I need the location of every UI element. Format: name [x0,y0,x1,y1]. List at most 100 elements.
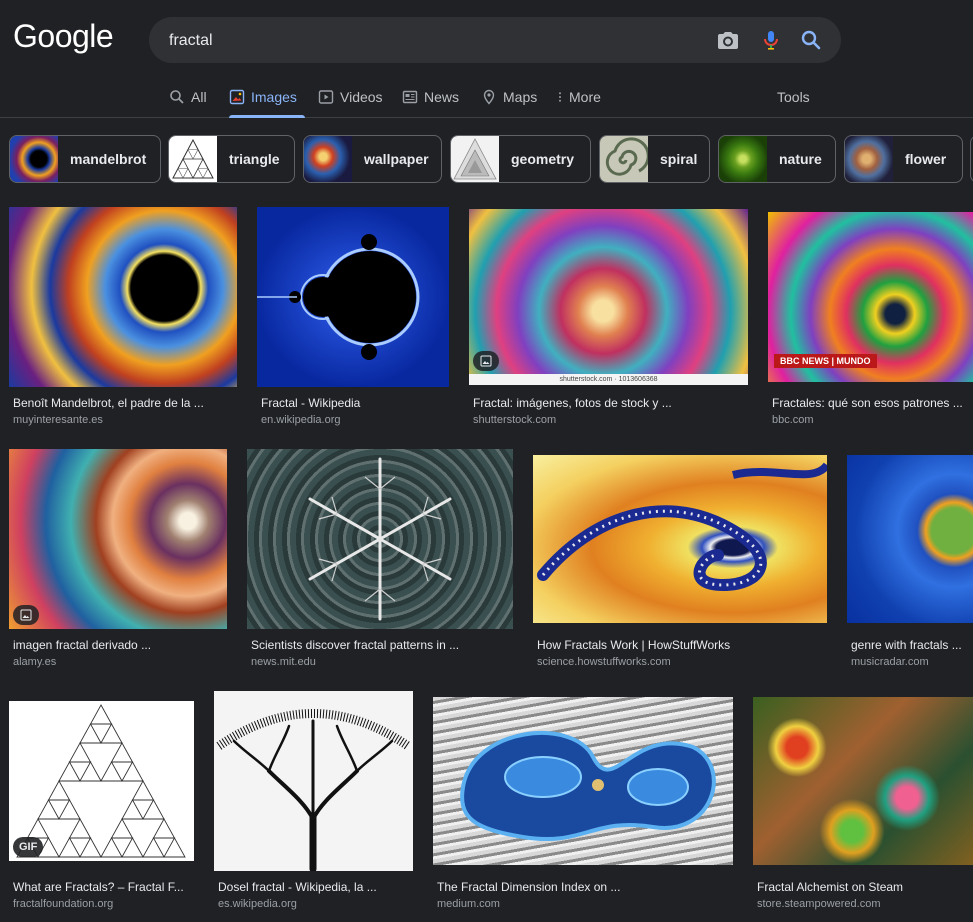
result-title: imagen fractal derivado ... [13,638,152,652]
result-source: news.mit.edu [251,656,316,668]
chip-wallpaper[interactable]: wallpaper [303,135,442,183]
result-thumbnail [753,697,973,865]
tab-all[interactable]: All [169,76,207,118]
chip-flower[interactable]: flower [844,135,963,183]
result-source: bbc.com [772,414,814,426]
google-logo[interactable]: Google [13,18,114,55]
camera-icon[interactable] [716,28,740,52]
result-card[interactable]: BBC NEWS | MUNDO Fractales: qué son esos… [768,207,973,427]
chip-nature[interactable]: nature [718,135,836,183]
chip-thumbnail [169,136,217,182]
result-source: muyinteresante.es [13,414,103,426]
result-source: alamy.es [13,656,57,668]
gif-badge: GIF [13,837,44,857]
search-input[interactable] [169,30,689,52]
result-card[interactable]: Scientists discover fractal patterns in … [247,449,517,671]
result-title: Fractales: qué son esos patrones ... [772,396,963,410]
result-title: Benoît Mandelbrot, el padre de la ... [13,396,204,410]
tab-maps-label: Maps [503,89,538,105]
result-thumbnail: GIF [9,701,194,861]
result-card[interactable]: Dosel fractal - Wikipedia, la ... es.wik… [214,691,416,913]
result-thumbnail [247,449,513,629]
chip-thumbnail [845,136,893,182]
result-card[interactable]: The Fractal Dimension Index on ... mediu… [433,691,736,913]
chip-label: spiral [660,151,698,167]
chip-spiral[interactable]: spiral [599,135,710,183]
result-thumbnail [847,455,973,623]
result-title: How Fractals Work | HowStuffWorks [537,638,731,652]
result-title: What are Fractals? – Fractal F... [13,880,184,894]
search-icon [170,90,184,104]
image-icon [20,609,32,621]
result-thumbnail [9,207,237,387]
result-source: shutterstock.com [473,414,557,426]
result-card[interactable]: imagen fractal derivado ... alamy.es [9,449,234,671]
result-card[interactable]: Fractal - Wikipedia en.wikipedia.org [257,207,457,427]
result-card[interactable]: How Fractals Work | HowStuffWorks scienc… [533,449,831,671]
chip-label: mandelbrot [70,151,147,167]
result-title: The Fractal Dimension Index on ... [437,880,621,894]
result-card[interactable]: shutterstock.com · 1013606368 Fractal: i… [469,207,751,427]
tab-maps[interactable]: Maps [481,76,537,118]
search-icon[interactable] [799,28,823,52]
chip-label: geometry [511,151,575,167]
tab-news-label: News [424,89,460,105]
tab-videos-label: Videos [340,89,383,105]
image-badge [473,351,499,371]
tab-images[interactable]: Images [229,76,305,118]
result-title: genre with fractals ... [851,638,962,652]
chip-label: nature [779,151,822,167]
tab-images-label: Images [251,89,297,105]
result-thumbnail [9,449,227,629]
search-box[interactable] [149,17,841,63]
result-card[interactable]: genre with fractals ... musicradar.com [847,449,973,671]
chip-triangle[interactable]: triangle [168,135,295,183]
map-pin-icon [483,89,495,105]
result-card[interactable]: Benoît Mandelbrot, el padre de la ... mu… [9,207,239,427]
result-title: Fractal: imágenes, fotos de stock y ... [473,396,672,410]
image-badge [13,605,39,625]
play-icon [318,90,334,104]
result-source: fractalfoundation.org [13,898,114,910]
chip-label: triangle [229,151,280,167]
result-source: science.howstuffworks.com [537,656,671,668]
result-source: store.steampowered.com [757,898,881,910]
result-thumbnail: BBC NEWS | MUNDO [768,212,973,382]
result-thumbnail [257,207,449,387]
header: Google All Images Videos News Maps M [0,0,973,118]
chip-thumbnail [719,136,767,182]
result-source: medium.com [437,898,500,910]
chip-label: wallpaper [364,151,429,167]
chip-label: flower [905,151,947,167]
result-title: Fractal Alchemist on Steam [757,880,904,894]
result-card[interactable]: GIF What are Fractals? – Fractal F... fr… [9,691,199,913]
chip-thumbnail [451,136,499,182]
result-title: Dosel fractal - Wikipedia, la ... [218,880,377,894]
result-source: es.wikipedia.org [218,898,297,910]
bbc-news-logo: BBC NEWS | MUNDO [774,354,877,368]
tab-news[interactable]: News [402,76,459,118]
chip-thumbnail [600,136,650,182]
tab-all-label: All [191,89,207,105]
news-icon [402,90,418,104]
result-card[interactable]: Fractal Alchemist on Steam store.steampo… [753,691,973,913]
chip-thumbnail [10,136,58,182]
result-source: en.wikipedia.org [261,414,341,426]
tab-videos[interactable]: Videos [318,76,383,118]
result-title: Scientists discover fractal patterns in … [251,638,460,652]
microphone-icon[interactable] [759,28,783,52]
chip-geometry[interactable]: geometry [450,135,591,183]
result-thumbnail [433,697,733,865]
images-icon [229,89,245,105]
chip-mandelbrot[interactable]: mandelbrot [9,135,161,183]
tab-more[interactable]: More [557,76,601,118]
result-title: Fractal - Wikipedia [261,396,361,410]
watermark-text: shutterstock.com · 1013606368 [469,374,748,385]
tab-bar: All Images Videos News Maps More Tools [0,76,973,118]
result-source: musicradar.com [851,656,929,668]
result-thumbnail [214,691,413,871]
tab-more-label: More [569,89,601,105]
tools-button[interactable]: Tools [777,89,810,105]
result-thumbnail: shutterstock.com · 1013606368 [469,209,748,385]
result-thumbnail [533,455,827,623]
